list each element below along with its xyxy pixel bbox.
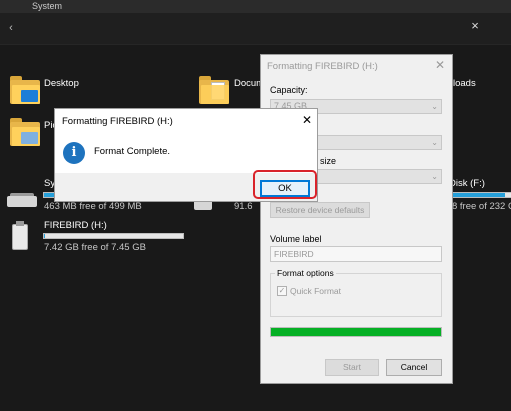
documents-folder-icon[interactable] — [199, 76, 229, 104]
format-options-legend: Format options — [275, 268, 336, 278]
drive-usage-fill-f — [449, 193, 505, 197]
cancel-button[interactable]: Cancel — [386, 359, 442, 376]
drive-label-firebird[interactable]: FIREBIRD (H:) — [44, 220, 107, 231]
message-body: i Format Complete. — [55, 133, 317, 173]
ok-button-highlight — [253, 170, 317, 199]
drive-label-f[interactable]: Disk (F:) — [449, 178, 485, 189]
start-button[interactable]: Start — [325, 359, 379, 376]
pictures-folder-icon[interactable] — [10, 118, 40, 146]
message-text: Format Complete. — [94, 146, 171, 157]
drive-usage-fill-system — [44, 193, 54, 197]
explorer-top-label: System — [32, 1, 63, 11]
restore-defaults-button[interactable]: Restore device defaults — [270, 202, 370, 218]
explorer-toolbar: ‹ × — [0, 13, 511, 45]
format-progress-bar — [270, 327, 442, 337]
format-progress-fill — [271, 328, 441, 336]
volume-label-input[interactable]: FIREBIRD — [270, 246, 442, 262]
capacity-label: Capacity: — [270, 85, 308, 95]
format-dialog: Formatting FIREBIRD (H:) ✕ Capacity: 7.4… — [260, 54, 453, 384]
close-icon[interactable]: ✕ — [300, 113, 314, 127]
allocation-size-label: t size — [315, 156, 337, 166]
quick-format-label: Quick Format — [290, 286, 342, 296]
drive-usage-fill-firebird — [44, 234, 46, 238]
drive-usage-bar-f — [448, 192, 511, 198]
chevron-down-icon: ⌄ — [431, 138, 438, 147]
desktop-folder-icon[interactable] — [10, 76, 40, 104]
volume-label-caption: Volume label — [270, 234, 322, 244]
chevron-icon[interactable]: ‹ — [2, 19, 20, 37]
chevron-down-icon: ⌄ — [431, 102, 438, 111]
usb-drive-icon[interactable] — [12, 221, 28, 250]
quick-format-checkbox[interactable]: ✓ — [277, 286, 287, 296]
chevron-down-icon: ⌄ — [431, 172, 438, 181]
format-dialog-title: Formatting FIREBIRD (H:) — [267, 61, 378, 72]
drive-free-firebird: 7.42 GB free of 7.45 GB — [44, 242, 146, 253]
drive-usage-bar-firebird — [43, 233, 184, 239]
system-drive-icon[interactable] — [7, 193, 37, 207]
format-options-group: Format options ✓ Quick Format — [270, 268, 442, 317]
message-title: Formatting FIREBIRD (H:) — [62, 116, 173, 127]
folder-label-desktop[interactable]: Desktop — [44, 78, 79, 89]
close-icon[interactable]: ✕ — [433, 58, 447, 72]
drive-free-f: 8 free of 232 GB — [452, 201, 511, 212]
folder-label-downloads[interactable]: loads — [453, 78, 476, 89]
close-icon[interactable]: × — [466, 17, 484, 35]
info-icon: i — [63, 142, 85, 164]
message-title-bar: Formatting FIREBIRD (H:) ✕ — [55, 109, 317, 133]
drive-free-middle: 91.6 — [234, 201, 253, 212]
drive-free-system: 463 MB free of 499 MB — [44, 201, 142, 212]
explorer-title-bar: System — [0, 0, 511, 13]
